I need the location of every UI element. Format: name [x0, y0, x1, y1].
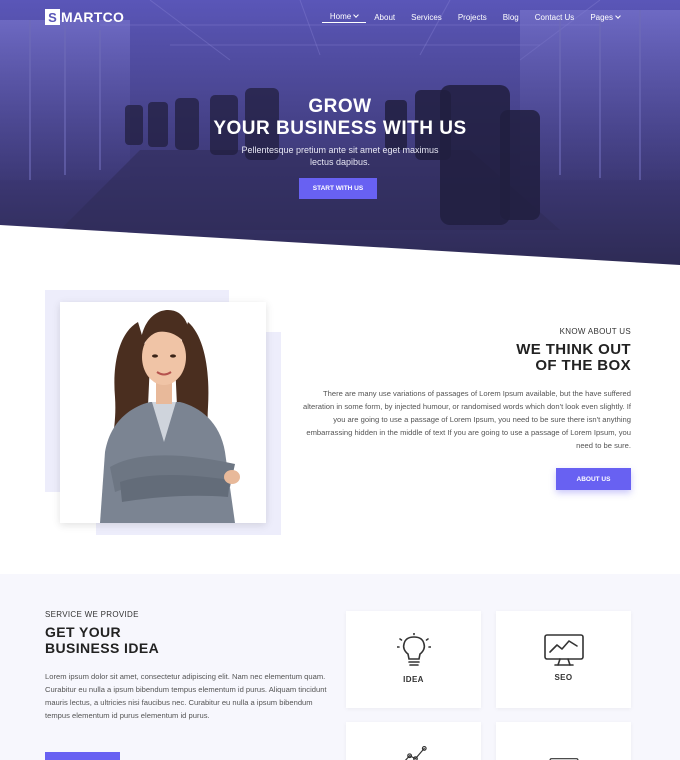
service-card-label: SEO	[554, 673, 573, 682]
about-title-line2: OF THE BOX	[535, 357, 631, 374]
service-card-idea[interactable]: IDEA	[346, 611, 481, 708]
service-card-web[interactable]	[496, 722, 631, 760]
nav-label: Blog	[502, 12, 519, 22]
services-kicker: SERVICE WE PROVIDE	[45, 610, 139, 619]
hero-title-line2: YOUR BUSINESS WITH US	[213, 118, 467, 139]
logo-wordmark: MARTCO	[61, 9, 125, 25]
nav-item-about[interactable]: About	[366, 11, 403, 23]
nav-item-projects[interactable]: Projects	[450, 11, 495, 23]
web-globe-icon	[548, 758, 579, 760]
services-title-line2: BUSINESS IDEA	[45, 640, 160, 656]
nav-item-services[interactable]: Services	[403, 11, 450, 23]
businesswoman-photo	[100, 310, 240, 523]
main-nav: Home About Services Projects Blog Contac…	[321, 11, 628, 23]
chevron-down-icon	[353, 12, 360, 18]
about-us-button[interactable]: ABOUT US	[556, 468, 631, 490]
service-card-label: IDEA	[403, 675, 424, 684]
service-card-analytics[interactable]	[346, 722, 481, 760]
nav-item-contact[interactable]: Contact Us	[527, 11, 583, 23]
nav-label: Services	[411, 12, 442, 22]
hero-subtitle-line1: Pellentesque pretium ante sit amet eget …	[241, 145, 439, 155]
hero-title-line1: GROW	[308, 96, 372, 117]
start-with-us-button[interactable]: START WITH US	[299, 178, 377, 199]
service-card-seo[interactable]: SEO	[496, 611, 631, 708]
nav-item-pages[interactable]: Pages	[582, 11, 628, 23]
about-photo	[60, 302, 266, 523]
nav-label: Pages	[590, 12, 613, 22]
about-body-text: There are many use variations of passage…	[303, 389, 631, 450]
services-body-text: Lorem ipsum dolor sit amet, consectetur …	[45, 672, 327, 720]
nav-label: Projects	[457, 12, 487, 22]
about-title-line1: WE THINK OUT	[516, 341, 631, 358]
line-graph-icon	[404, 745, 427, 760]
nav-label: Home	[329, 12, 352, 21]
nav-item-home[interactable]: Home	[321, 11, 367, 23]
hero-section: S MARTCO Home About Services Projects Bl…	[0, 0, 680, 265]
monitor-chart-icon	[543, 634, 584, 666]
services-title-line1: GET YOUR	[45, 624, 122, 640]
services-button[interactable]	[45, 752, 120, 760]
nav-label: Contact Us	[534, 12, 575, 22]
about-kicker: KNOW ABOUT US	[559, 327, 631, 336]
chevron-down-icon	[615, 12, 621, 19]
hero-subtitle-line2: lectus dapibus.	[309, 157, 371, 167]
logo-mark: S	[45, 9, 60, 25]
lightbulb-icon	[396, 633, 431, 666]
nav-label: About	[374, 12, 396, 22]
brand-logo[interactable]: S MARTCO	[45, 9, 124, 25]
nav-item-blog[interactable]: Blog	[495, 11, 527, 23]
